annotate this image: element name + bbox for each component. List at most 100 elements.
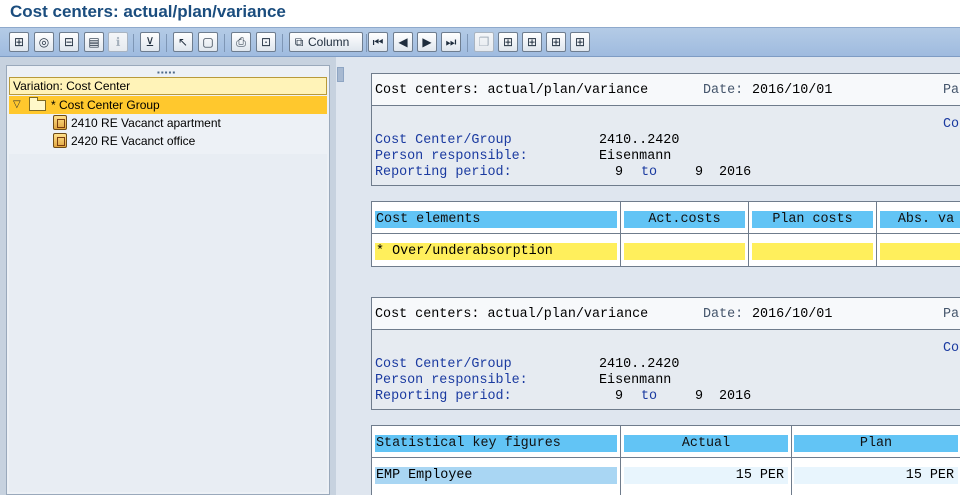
toolbar-separator	[282, 34, 283, 52]
navigation-frame: ▪▪▪▪▪ Variation: Cost Center ▽ * Cost Ce…	[0, 57, 336, 495]
person-responsible-label: Person responsible:	[375, 149, 528, 164]
page-label: Pa	[943, 307, 960, 322]
column-divider	[620, 202, 621, 266]
reporting-period-label: Reporting period:	[375, 389, 512, 404]
toolbar-separator	[133, 34, 134, 52]
report-header-2: Cost centers: actual/plan/variance Date:…	[371, 297, 960, 410]
period-year: 2016	[719, 389, 752, 404]
table-cell-plan[interactable]: 15 PER	[794, 467, 958, 484]
date-value: 2016/10/01	[752, 83, 833, 98]
period-to: 9	[695, 165, 704, 180]
column-header-actual[interactable]: Actual	[624, 435, 788, 452]
column-button-label: Column	[308, 35, 350, 49]
date-value: 2016/10/01	[752, 307, 833, 322]
column-button[interactable]: ⧉ Column	[289, 32, 363, 52]
window-icon[interactable]: ▢	[198, 32, 218, 52]
cost-elements-table: Cost elements Act.costs Plan costs Abs. …	[371, 201, 960, 267]
toolbar-separator	[224, 34, 225, 52]
person-responsible-value: Eisenmann	[599, 149, 672, 164]
binoculars-icon: ⧉	[294, 35, 304, 49]
company-label: Co	[943, 117, 960, 132]
select-cursor-icon[interactable]: ↖	[173, 32, 193, 52]
previous-page-icon[interactable]: ◀	[393, 32, 413, 52]
table-cell-abs-variance[interactable]	[880, 243, 960, 260]
cost-center-icon	[53, 115, 67, 130]
period-to: 9	[695, 389, 704, 404]
title-bar: Cost centers: actual/plan/variance	[0, 0, 960, 27]
table-cell-act-costs[interactable]	[624, 243, 745, 260]
company-label: Co	[943, 341, 960, 356]
table-row-label[interactable]: EMP Employee	[375, 467, 617, 484]
cost-center-group-value: 2410..2420	[599, 357, 680, 372]
tree-empty-area	[9, 154, 327, 492]
hierarchy-icon[interactable]: ⊞	[9, 32, 29, 52]
cost-center-group-label: Cost Center/Group	[375, 133, 512, 148]
tree-node-label: * Cost Center Group	[51, 98, 160, 112]
column-divider	[876, 202, 877, 266]
table-cell-actual[interactable]: 15 PER	[624, 467, 788, 484]
tree-node-label: 2410 RE Vacanct apartment	[71, 116, 221, 130]
cost-center-group-value: 2410..2420	[599, 133, 680, 148]
tree-node-cost-center-group[interactable]: ▽ * Cost Center Group	[9, 96, 327, 114]
cost-center-icon	[53, 133, 67, 148]
date-label: Date:	[703, 83, 744, 98]
first-page-icon[interactable]: ⏮	[368, 32, 388, 52]
statistical-key-figures-table: Statistical key figures Actual Plan EMP …	[371, 425, 960, 495]
person-responsible-value: Eisenmann	[599, 373, 672, 388]
copy-icon[interactable]: ❐	[474, 32, 494, 52]
cost-center-group-label: Cost Center/Group	[375, 357, 512, 372]
report-area: Cost centers: actual/plan/variance Date:…	[336, 57, 960, 495]
next-page-icon[interactable]: ▶	[417, 32, 437, 52]
toolbar-separator	[467, 34, 468, 52]
report-header-1: Cost centers: actual/plan/variance Date:…	[371, 73, 960, 186]
report-title-line: Cost centers: actual/plan/variance Date:…	[372, 298, 960, 330]
report-title-line: Cost centers: actual/plan/variance Date:…	[372, 74, 960, 106]
period-year: 2016	[719, 165, 752, 180]
column-header-abs-variance[interactable]: Abs. va	[880, 211, 960, 228]
folder-open-icon	[29, 97, 46, 111]
info-icon[interactable]: ℹ	[108, 32, 128, 52]
column-header-plan[interactable]: Plan	[794, 435, 958, 452]
table-cell-plan-costs[interactable]	[752, 243, 873, 260]
reporting-period-label: Reporting period:	[375, 165, 512, 180]
column-header-act-costs[interactable]: Act.costs	[624, 211, 745, 228]
structure-down-icon[interactable]: ⊞	[522, 32, 542, 52]
column-header-plan-costs[interactable]: Plan costs	[752, 211, 873, 228]
print-icon[interactable]: ⎙	[231, 32, 251, 52]
structure-alt-icon[interactable]: ⊞	[570, 32, 590, 52]
toolbar-separator	[366, 34, 367, 52]
resize-grip[interactable]: ▪▪▪▪▪	[157, 68, 176, 77]
filter-icon[interactable]: ⊻	[140, 32, 160, 52]
column-divider	[748, 202, 749, 266]
period-to-label: to	[641, 165, 658, 180]
period-from: 9	[615, 165, 624, 180]
globe-icon[interactable]: ◎	[34, 32, 54, 52]
page-label: Pa	[943, 83, 960, 98]
print-preview-icon[interactable]: ⊡	[256, 32, 276, 52]
tree-panel: ▪▪▪▪▪ Variation: Cost Center ▽ * Cost Ce…	[6, 65, 330, 495]
period-to-label: to	[641, 389, 658, 404]
report-title: Cost centers: actual/plan/variance	[375, 83, 649, 98]
person-responsible-label: Person responsible:	[375, 373, 528, 388]
header-divider	[372, 233, 960, 234]
report-title: Cost centers: actual/plan/variance	[375, 307, 649, 322]
expand-tree-icon[interactable]: ⊟	[59, 32, 79, 52]
layout-icon[interactable]: ▤	[84, 32, 104, 52]
tree-header: Variation: Cost Center	[9, 77, 327, 95]
tree-node-label: 2420 RE Vacanct office	[71, 134, 196, 148]
structure-link-icon[interactable]: ⊞	[546, 32, 566, 52]
splitter-marker[interactable]	[337, 67, 344, 82]
column-header-cost-elements[interactable]: Cost elements	[375, 211, 617, 228]
column-header-statistical-key-figures[interactable]: Statistical key figures	[375, 435, 617, 452]
tree-node-2410[interactable]: 2410 RE Vacanct apartment	[9, 114, 327, 132]
date-label: Date:	[703, 307, 744, 322]
expand-triangle-icon[interactable]: ▽	[13, 96, 21, 114]
last-page-icon[interactable]: ⏭	[441, 32, 461, 52]
structure-icon[interactable]: ⊞	[498, 32, 518, 52]
window-title: Cost centers: actual/plan/variance	[10, 2, 286, 21]
header-divider	[372, 457, 960, 458]
tree-node-2420[interactable]: 2420 RE Vacanct office	[9, 132, 327, 150]
table-row-label[interactable]: * Over/underabsorption	[375, 243, 617, 260]
toolbar-separator	[166, 34, 167, 52]
column-divider	[620, 426, 621, 495]
